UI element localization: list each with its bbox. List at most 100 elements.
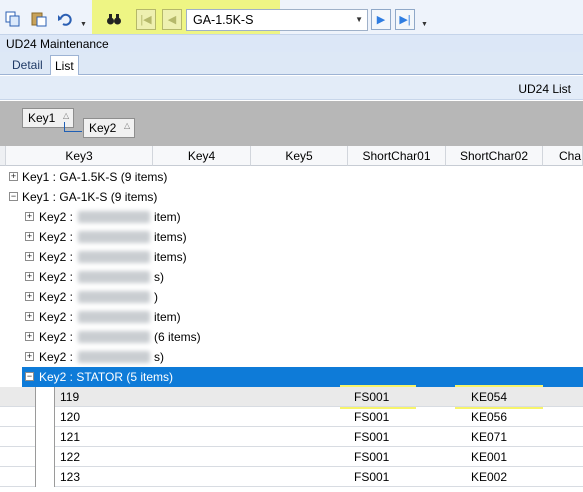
chevron-down-icon[interactable]: ▼ [355,15,363,24]
subgroup-row[interactable]: + Key2 : s) [0,267,583,287]
subgroup-row[interactable]: + Key2 : (6 items) [0,327,583,347]
sort-ascending-icon: △ [63,111,70,120]
group-row[interactable]: + Key1 : GA-1.5K-S (9 items) [0,167,583,187]
redacted-value [78,211,150,223]
window-title: UD24 Maintenance [6,37,109,51]
collapse-icon[interactable]: − [9,192,18,201]
group-by-area: Key1 △ Key2 △ [0,101,583,146]
subgroup-prefix: Key2 : [39,290,74,304]
previous-record-icon[interactable]: ◀ [162,9,182,30]
redacted-value [78,231,150,243]
expand-icon[interactable]: + [25,272,34,281]
cell-key3[interactable]: 120 [60,410,80,424]
grid-caption-bar: UD24 List [0,76,583,100]
cell-key3[interactable]: 119 [60,390,79,404]
column-header-shortchar01[interactable]: ShortChar01 [348,146,446,166]
subgroup-suffix: ) [154,290,158,304]
nav-dropdown-icon[interactable]: ▼ [421,21,428,28]
cell-shortchar01[interactable]: FS001 [354,390,389,404]
cell-shortchar02[interactable]: KE054 [471,390,507,404]
expand-icon[interactable]: + [25,212,34,221]
paste-icon[interactable] [29,9,49,29]
redacted-value [78,271,150,283]
row-selector[interactable] [35,387,55,407]
cell-key3[interactable]: 121 [60,430,80,444]
subgroup-suffix: item) [154,210,181,224]
cell-shortchar01[interactable]: FS001 [354,470,389,484]
expand-icon[interactable]: + [25,292,34,301]
tab-list[interactable]: List [50,55,79,75]
table-row[interactable]: 120 FS001 KE056 [0,407,583,427]
cell-shortchar01[interactable]: FS001 [354,430,389,444]
redacted-value [78,291,150,303]
copy-icon[interactable] [3,9,23,29]
tab-strip: Detail List [0,52,583,75]
row-selector[interactable] [35,447,55,467]
column-header-char[interactable]: Cha [543,146,583,166]
cell-key3[interactable]: 123 [60,470,80,484]
subgroup-row[interactable]: + Key2 : ) [0,287,583,307]
row-selector[interactable] [35,407,55,427]
sort-ascending-icon: △ [124,121,131,130]
cell-key3[interactable]: 122 [60,450,80,464]
cell-shortchar02[interactable]: KE056 [471,410,507,424]
toolbar: ▼ |◀ ◀ GA-1.5K-S ▼ ▶ ▶| ▼ [0,0,583,66]
group-by-key1[interactable]: Key1 △ [22,108,74,128]
group-label: Key1 : GA-1K-S (9 items) [22,190,158,204]
row-selector[interactable] [35,427,55,447]
table-row[interactable]: 119 FS001 KE054 [0,387,583,407]
redacted-value [78,351,150,363]
subgroup-prefix: Key2 : [39,350,74,364]
cell-shortchar01[interactable]: FS001 [354,410,389,424]
cell-shortchar02[interactable]: KE002 [471,470,507,484]
column-header-key4[interactable]: Key4 [153,146,251,166]
subgroup-prefix: Key2 : [39,230,74,244]
table-row[interactable]: 121 FS001 KE071 [0,427,583,447]
table-row[interactable]: 122 FS001 KE001 [0,447,583,467]
cell-shortchar01[interactable]: FS001 [354,450,389,464]
subgroup-row[interactable]: + Key2 : items) [0,247,583,267]
collapse-icon[interactable]: − [25,372,34,381]
subgroup-suffix: (6 items) [154,330,201,344]
subgroup-row[interactable]: + Key2 : items) [0,227,583,247]
group-by-key2[interactable]: Key2 △ [83,118,135,138]
subgroup-prefix: Key2 : [39,330,74,344]
window-title-bar: UD24 Maintenance [0,34,583,52]
undo-dropdown-icon[interactable]: ▼ [80,21,87,28]
last-record-icon[interactable]: ▶| [395,9,415,30]
first-record-icon[interactable]: |◀ [136,9,156,30]
column-header-key5[interactable]: Key5 [251,146,348,166]
expand-icon[interactable]: + [25,312,34,321]
row-selector[interactable] [35,467,55,487]
column-header-key3[interactable]: Key3 [6,146,153,166]
group-label: Key1 : GA-1.5K-S (9 items) [22,170,168,184]
expand-icon[interactable]: + [9,172,18,181]
group-by-key2-label: Key2 [89,121,117,135]
group-connector [64,122,65,131]
record-combo[interactable]: GA-1.5K-S ▼ [186,9,368,31]
subgroup-row[interactable]: + Key2 : item) [0,207,583,227]
expand-icon[interactable]: + [25,232,34,241]
expand-icon[interactable]: + [25,252,34,261]
subgroup-row-selected[interactable]: − Key2 : STATOR (5 items) [22,367,583,387]
expand-icon[interactable]: + [25,352,34,361]
subgroup-prefix: Key2 : [39,250,74,264]
subgroup-row[interactable]: + Key2 : s) [0,347,583,367]
cell-shortchar02[interactable]: KE071 [471,430,507,444]
group-connector [64,131,82,132]
tab-detail[interactable]: Detail [8,55,47,75]
cell-shortchar02[interactable]: KE001 [471,450,507,464]
subgroup-suffix: s) [154,350,164,364]
undo-icon[interactable] [55,9,75,29]
subgroup-prefix: Key2 : [39,270,74,284]
column-header-shortchar02[interactable]: ShortChar02 [446,146,543,166]
expand-icon[interactable]: + [25,332,34,341]
subgroup-row[interactable]: + Key2 : item) [0,307,583,327]
group-row[interactable]: − Key1 : GA-1K-S (9 items) [0,187,583,207]
table-row[interactable]: 123 FS001 KE002 [0,467,583,487]
subgroup-suffix: items) [154,250,187,264]
binoculars-icon[interactable] [104,9,124,29]
grid-caption: UD24 List [518,82,571,96]
subgroup-label: Key2 : STATOR (5 items) [39,370,174,384]
next-record-icon[interactable]: ▶ [371,9,391,30]
